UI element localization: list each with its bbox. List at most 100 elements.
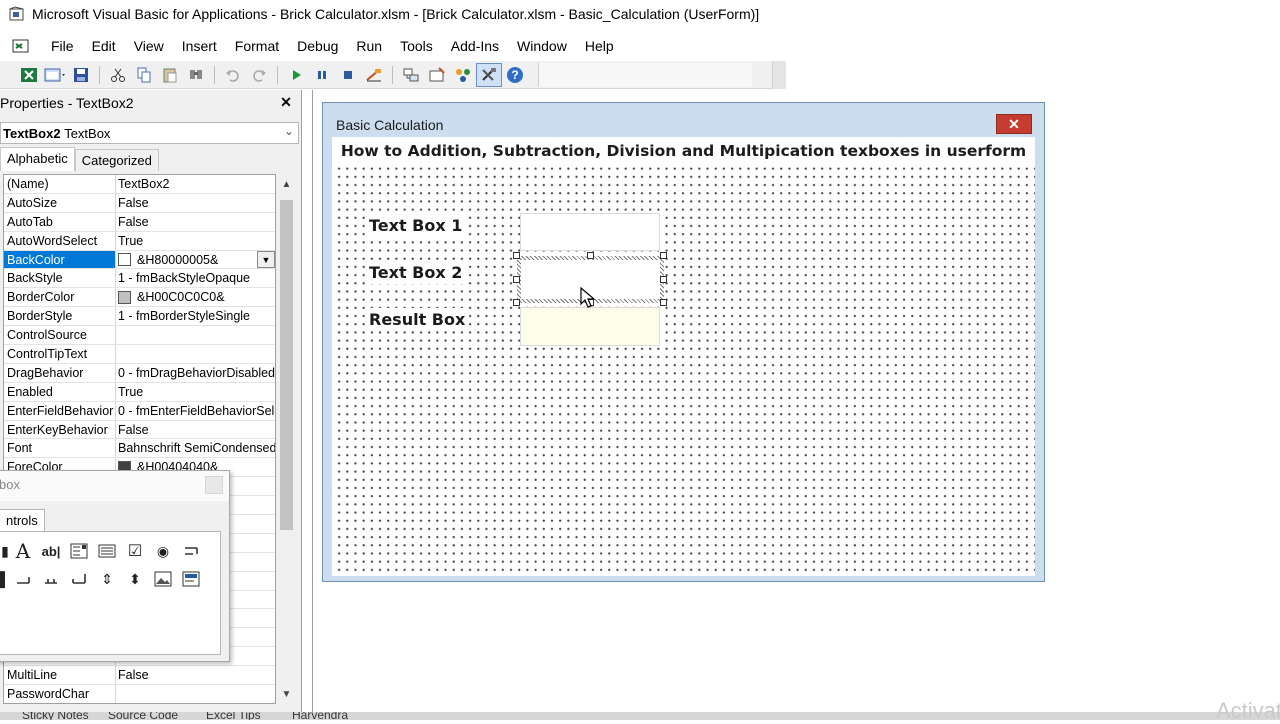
refedit-control-icon[interactable]: [180, 568, 202, 590]
cut-icon[interactable]: [105, 63, 131, 87]
tab-controls[interactable]: ntrols: [0, 509, 45, 531]
scrollbar-thumb[interactable]: [280, 200, 293, 530]
copy-icon[interactable]: [131, 63, 157, 87]
design-mode-icon[interactable]: [361, 63, 387, 87]
checkbox-control-icon[interactable]: ☑: [124, 540, 146, 562]
help-icon[interactable]: ?: [502, 63, 528, 87]
taskbar-item[interactable]: Excel Tips: [206, 712, 261, 720]
property-row[interactable]: (Name) TextBox2: [4, 175, 275, 194]
undo-icon[interactable]: [220, 63, 246, 87]
property-name[interactable]: BorderColor: [4, 288, 116, 307]
property-value[interactable]: TextBox2: [116, 175, 275, 193]
menu-format[interactable]: Format: [226, 38, 288, 54]
property-name[interactable]: PasswordChar: [4, 685, 116, 703]
property-name[interactable]: ControlTipText: [4, 345, 116, 363]
property-row[interactable]: BorderStyle 1 - fmBorderStyleSingle: [4, 307, 275, 327]
tab-categorized[interactable]: Categorized: [74, 149, 159, 171]
properties-window-icon[interactable]: [424, 63, 450, 87]
property-row[interactable]: AutoWordSelect True: [4, 231, 275, 251]
property-value[interactable]: False: [116, 194, 275, 212]
commandbutton-control-icon[interactable]: [12, 568, 34, 590]
property-row[interactable]: BackColor &H80000005& ▼: [4, 250, 275, 270]
toolbox-close-button[interactable]: [205, 476, 223, 494]
property-value[interactable]: True: [116, 383, 275, 401]
property-grid-scrollbar[interactable]: ▲ ▼: [277, 174, 296, 704]
label-text-box-2[interactable]: Text Box 2: [365, 261, 467, 284]
property-value[interactable]: [116, 685, 275, 703]
property-row[interactable]: EnterKeyBehavior False: [4, 420, 275, 440]
property-name[interactable]: BackColor: [4, 250, 116, 269]
textbox-1[interactable]: [520, 213, 660, 251]
property-row[interactable]: BackStyle 1 - fmBackStyleOpaque: [4, 269, 275, 289]
optionbutton-control-icon[interactable]: ◉: [152, 540, 174, 562]
menu-insert[interactable]: Insert: [173, 38, 226, 54]
taskbar-item[interactable]: Sticky Notes: [22, 712, 89, 720]
menu-window[interactable]: Window: [508, 38, 576, 54]
property-value[interactable]: False: [116, 213, 275, 231]
chevron-down-icon[interactable]: ⌄: [284, 124, 294, 138]
save-icon[interactable]: [68, 63, 94, 87]
property-row[interactable]: PasswordChar: [4, 685, 275, 703]
menu-add-ins[interactable]: Add-Ins: [442, 38, 508, 54]
form-heading-label[interactable]: How to Addition, Subtraction, Division a…: [332, 140, 1035, 162]
property-row[interactable]: EnterFieldBehavior 0 - fmEnterFieldBehavi…: [4, 401, 275, 421]
property-row[interactable]: BorderColor &H00C0C0C0&: [4, 288, 275, 308]
property-row[interactable]: DragBehavior 0 - fmDragBehaviorDisabled: [4, 363, 275, 383]
toolbar-overflow-grip[interactable]: [772, 61, 786, 89]
menu-run[interactable]: Run: [347, 38, 391, 54]
image-control-icon[interactable]: [152, 568, 174, 590]
menu-view[interactable]: View: [125, 38, 173, 54]
menu-debug[interactable]: Debug: [288, 38, 347, 54]
property-value[interactable]: Bahnschrift SemiCondensed: [116, 439, 275, 457]
property-row[interactable]: AutoSize False: [4, 193, 275, 213]
scroll-up-arrow-icon[interactable]: ▲: [277, 174, 296, 194]
textbox-control-icon[interactable]: ab|: [40, 540, 62, 562]
taskbar-item[interactable]: Harvendra: [292, 712, 348, 720]
property-name[interactable]: BorderStyle: [4, 307, 116, 326]
project-explorer-icon[interactable]: [398, 63, 424, 87]
property-name[interactable]: AutoTab: [4, 212, 116, 231]
property-value[interactable]: [116, 326, 275, 344]
resize-handle-e[interactable]: [660, 276, 667, 283]
property-row[interactable]: ControlSource: [4, 326, 275, 346]
property-name[interactable]: EnterFieldBehavior: [4, 401, 116, 420]
property-value[interactable]: [116, 345, 275, 363]
label-result-box[interactable]: Result Box: [365, 308, 470, 331]
label-control-icon[interactable]: A: [12, 539, 34, 563]
property-row[interactable]: MultiLine False: [4, 666, 275, 686]
find-icon[interactable]: [183, 63, 209, 87]
resize-handle-w[interactable]: [513, 276, 520, 283]
userform-close-button[interactable]: ✕: [996, 114, 1032, 134]
property-name[interactable]: DragBehavior: [4, 363, 116, 382]
property-value[interactable]: &H00C0C0C0&: [116, 288, 275, 306]
reset-icon[interactable]: [335, 63, 361, 87]
property-name[interactable]: AutoWordSelect: [4, 231, 116, 250]
menu-help[interactable]: Help: [576, 38, 623, 54]
property-row[interactable]: Font Bahnschrift SemiCondensed: [4, 439, 275, 459]
userform-window[interactable]: Basic Calculation ✕ How to Addition, Sub…: [322, 102, 1045, 582]
run-icon[interactable]: [283, 63, 309, 87]
property-row[interactable]: Enabled True: [4, 382, 275, 402]
resize-handle-nw[interactable]: [513, 252, 520, 259]
scrollbar-control-icon[interactable]: ⇕: [96, 568, 118, 590]
property-name[interactable]: (Name): [4, 175, 116, 193]
property-value[interactable]: False: [116, 666, 275, 684]
property-name[interactable]: Enabled: [4, 382, 116, 401]
property-value[interactable]: True: [116, 232, 275, 250]
property-value[interactable]: 0 - fmEnterFieldBehaviorSelectAll: [116, 402, 275, 420]
toolbox-title-bar[interactable]: box: [0, 471, 229, 501]
resize-handle-n[interactable]: [587, 252, 594, 259]
toolbox-icon[interactable]: [476, 62, 502, 87]
resize-handle-ne[interactable]: [660, 252, 667, 259]
paste-icon[interactable]: [157, 63, 183, 87]
view-excel-icon[interactable]: [16, 63, 42, 87]
combobox-control-icon[interactable]: [68, 540, 90, 562]
property-value[interactable]: 0 - fmDragBehaviorDisabled: [116, 364, 275, 382]
property-name[interactable]: Font: [4, 439, 116, 458]
scroll-down-arrow-icon[interactable]: ▼: [277, 684, 296, 704]
property-name[interactable]: AutoSize: [4, 193, 116, 212]
excel-view-icon[interactable]: [12, 38, 30, 54]
property-value[interactable]: False: [116, 421, 275, 439]
spinbutton-control-icon[interactable]: ⬍: [124, 568, 146, 590]
menu-edit[interactable]: Edit: [83, 38, 125, 54]
